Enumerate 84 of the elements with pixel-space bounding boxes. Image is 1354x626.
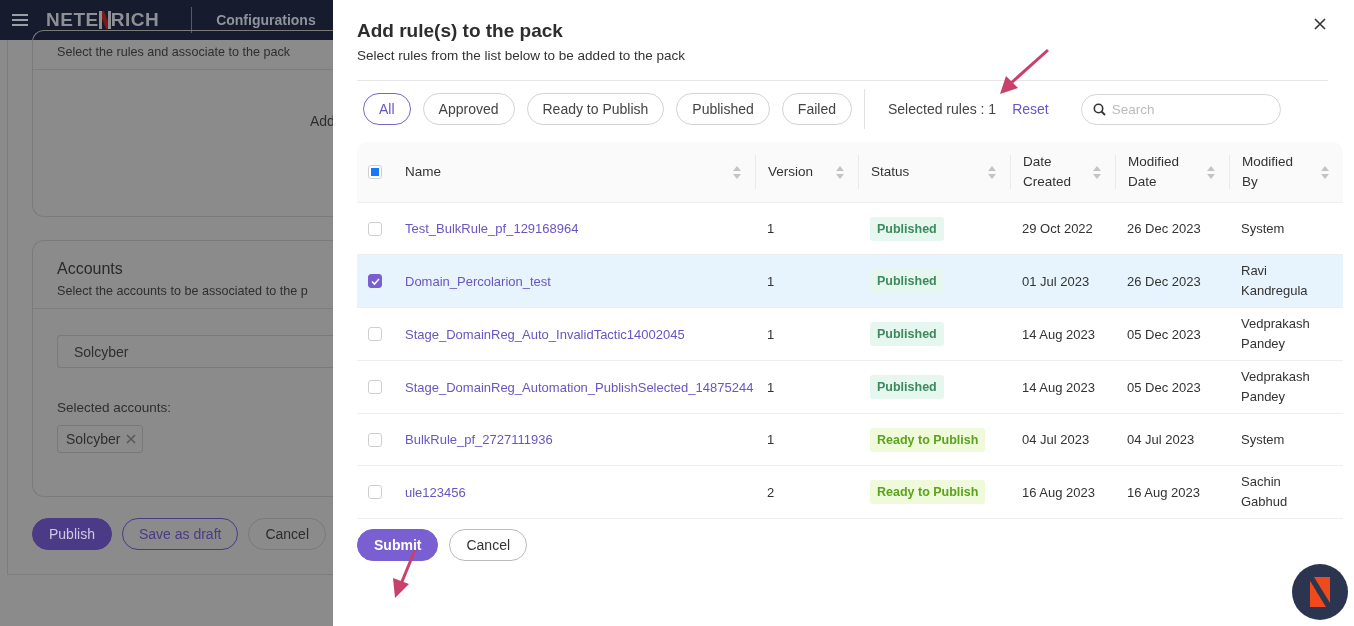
sort-icon[interactable] [1207, 165, 1215, 179]
logo-mark-icon [98, 11, 111, 29]
table-row[interactable]: BulkRule_pf_2727111936 1 Ready to Publish 04 Jul 2023 04 Jul 2023 System [357, 414, 1343, 466]
table-cell-text: 14 Aug 2023 [1021, 326, 1097, 342]
status-badge: Published [870, 322, 944, 346]
column-header[interactable]: Modified Date [1128, 152, 1198, 192]
sort-icon[interactable] [1093, 165, 1101, 179]
table-cell-text: 14 Aug 2023 [1021, 379, 1097, 395]
filter-tab[interactable]: Ready to Publish [526, 93, 665, 125]
table-cell-text: 1 [766, 379, 776, 395]
column-header[interactable]: Version [768, 162, 814, 182]
table-cell-text: 2 [766, 484, 776, 500]
selected-count: Selected rules : 1 [888, 101, 997, 117]
sort-icon[interactable] [836, 165, 844, 179]
table-row[interactable]: Stage_DomainReg_Automation_PublishSelected_14875244 1 Published 14 Aug 2023 05 Dec 2023 Vedprakash Pandey [357, 361, 1343, 414]
table-cell-text: 26 Dec 2023 [1126, 273, 1202, 289]
table-cell-text: System [1240, 430, 1286, 449]
column-header[interactable]: Status [871, 162, 910, 182]
table-cell-text: 16 Aug 2023 [1126, 484, 1202, 500]
dialog-subtitle: Select rules from the list below to be added to the pack [357, 48, 686, 63]
table-cell-text: 04 Jul 2023 [1126, 432, 1196, 447]
account-select[interactable]: Solcyber [57, 335, 335, 368]
filter-tab[interactable]: All [363, 93, 411, 125]
sort-icon[interactable] [1321, 165, 1329, 179]
table-cell-text: 05 Dec 2023 [1126, 379, 1202, 395]
reset-link[interactable]: Reset [1012, 101, 1049, 117]
publish-button[interactable]: Publish [32, 518, 112, 550]
annotation-arrow [1000, 48, 1049, 94]
sort-icon[interactable] [733, 165, 741, 179]
table-cell-text: 26 Dec 2023 [1126, 221, 1202, 236]
column-header[interactable]: Modified By [1242, 152, 1312, 192]
table-cell-text: 1 [766, 432, 776, 447]
card-subtitle: Select the accounts to be associated to the p [57, 284, 309, 298]
search-field[interactable]: Search [1080, 93, 1281, 125]
section-title: Configurations [216, 12, 316, 28]
table-cell-text: Vedprakash Pandey [1240, 368, 1311, 406]
account-chip: Solcyber [57, 425, 144, 453]
table-cell-text: 1 [766, 221, 776, 236]
column-header[interactable]: Date Created [1023, 152, 1093, 192]
rule-name-link[interactable]: Stage_DomainReg_Auto_InvalidTactic14002045 [405, 326, 685, 342]
row-checkbox[interactable] [368, 274, 382, 288]
table-row[interactable]: ule123456 2 Ready to Publish 16 Aug 2023 16 Aug 2023 Sachin Gabhud [357, 466, 1343, 519]
table-cell-text: 1 [766, 273, 776, 289]
table-row[interactable]: Stage_DomainReg_Auto_InvalidTactic14002045 1 Published 14 Aug 2023 05 Dec 2023 Vedprakash Pandey [357, 308, 1343, 361]
logo-mark-icon [1310, 577, 1330, 607]
table-cell-text: System [1240, 219, 1286, 238]
table-cell-text: 29 Oct 2022 [1021, 221, 1094, 236]
search-icon [1092, 102, 1106, 116]
dialog-title: Add rule(s) to the pack [357, 20, 563, 42]
status-badge: Published [870, 375, 944, 399]
menu-icon[interactable] [12, 14, 28, 26]
table-cell-text: Ravi Kandregula [1240, 262, 1309, 300]
status-badge: Ready to Publish [870, 480, 986, 504]
rule-name-link[interactable]: ule123456 [405, 484, 466, 500]
table-cell-text: Sachin Gabhud [1240, 473, 1289, 511]
select-all-checkbox[interactable] [368, 165, 382, 179]
filter-tab[interactable]: Failed [781, 93, 852, 125]
column-header[interactable]: Name [405, 162, 441, 182]
sort-icon[interactable] [988, 165, 996, 179]
table-cell-text: 01 Jul 2023 [1021, 273, 1091, 289]
logo: NETE RICH [46, 9, 160, 31]
status-badge: Published [870, 216, 944, 241]
rule-name-link[interactable]: Domain_Percolarion_test [405, 273, 551, 289]
card-subtitle: Select the rules and associate to the pack [57, 45, 292, 59]
table-cell-text: 05 Dec 2023 [1126, 326, 1202, 342]
card-title: Accounts [57, 260, 124, 278]
table-cell-text: Vedprakash Pandey [1240, 315, 1311, 353]
rule-name-link[interactable]: Test_BulkRule_pf_129168964 [405, 221, 579, 236]
filter-tab[interactable]: Approved [422, 93, 515, 125]
table-row[interactable]: Domain_Percolarion_test 1 Published 01 Jul 2023 26 Dec 2023 Ravi Kandregula [357, 255, 1343, 308]
close-icon[interactable] [1314, 18, 1326, 30]
status-badge: Ready to Publish [870, 427, 986, 452]
table-cell-text: 1 [766, 326, 776, 342]
status-badge: Published [870, 269, 944, 293]
table-cell-text: 16 Aug 2023 [1021, 484, 1097, 500]
rule-name-link[interactable]: BulkRule_pf_2727111936 [405, 432, 553, 447]
cancel-button[interactable]: Cancel [449, 529, 528, 561]
rule-name-link[interactable]: Stage_DomainReg_Automation_PublishSelected_14875244 [405, 379, 754, 395]
submit-button[interactable]: Submit [357, 529, 439, 561]
filter-tab[interactable]: Published [676, 93, 770, 125]
chat-launcher-button[interactable] [1292, 564, 1348, 620]
table-cell-text: 04 Jul 2023 [1021, 432, 1091, 447]
annotation-arrow [393, 549, 417, 598]
field-label: Selected accounts: [57, 400, 173, 415]
